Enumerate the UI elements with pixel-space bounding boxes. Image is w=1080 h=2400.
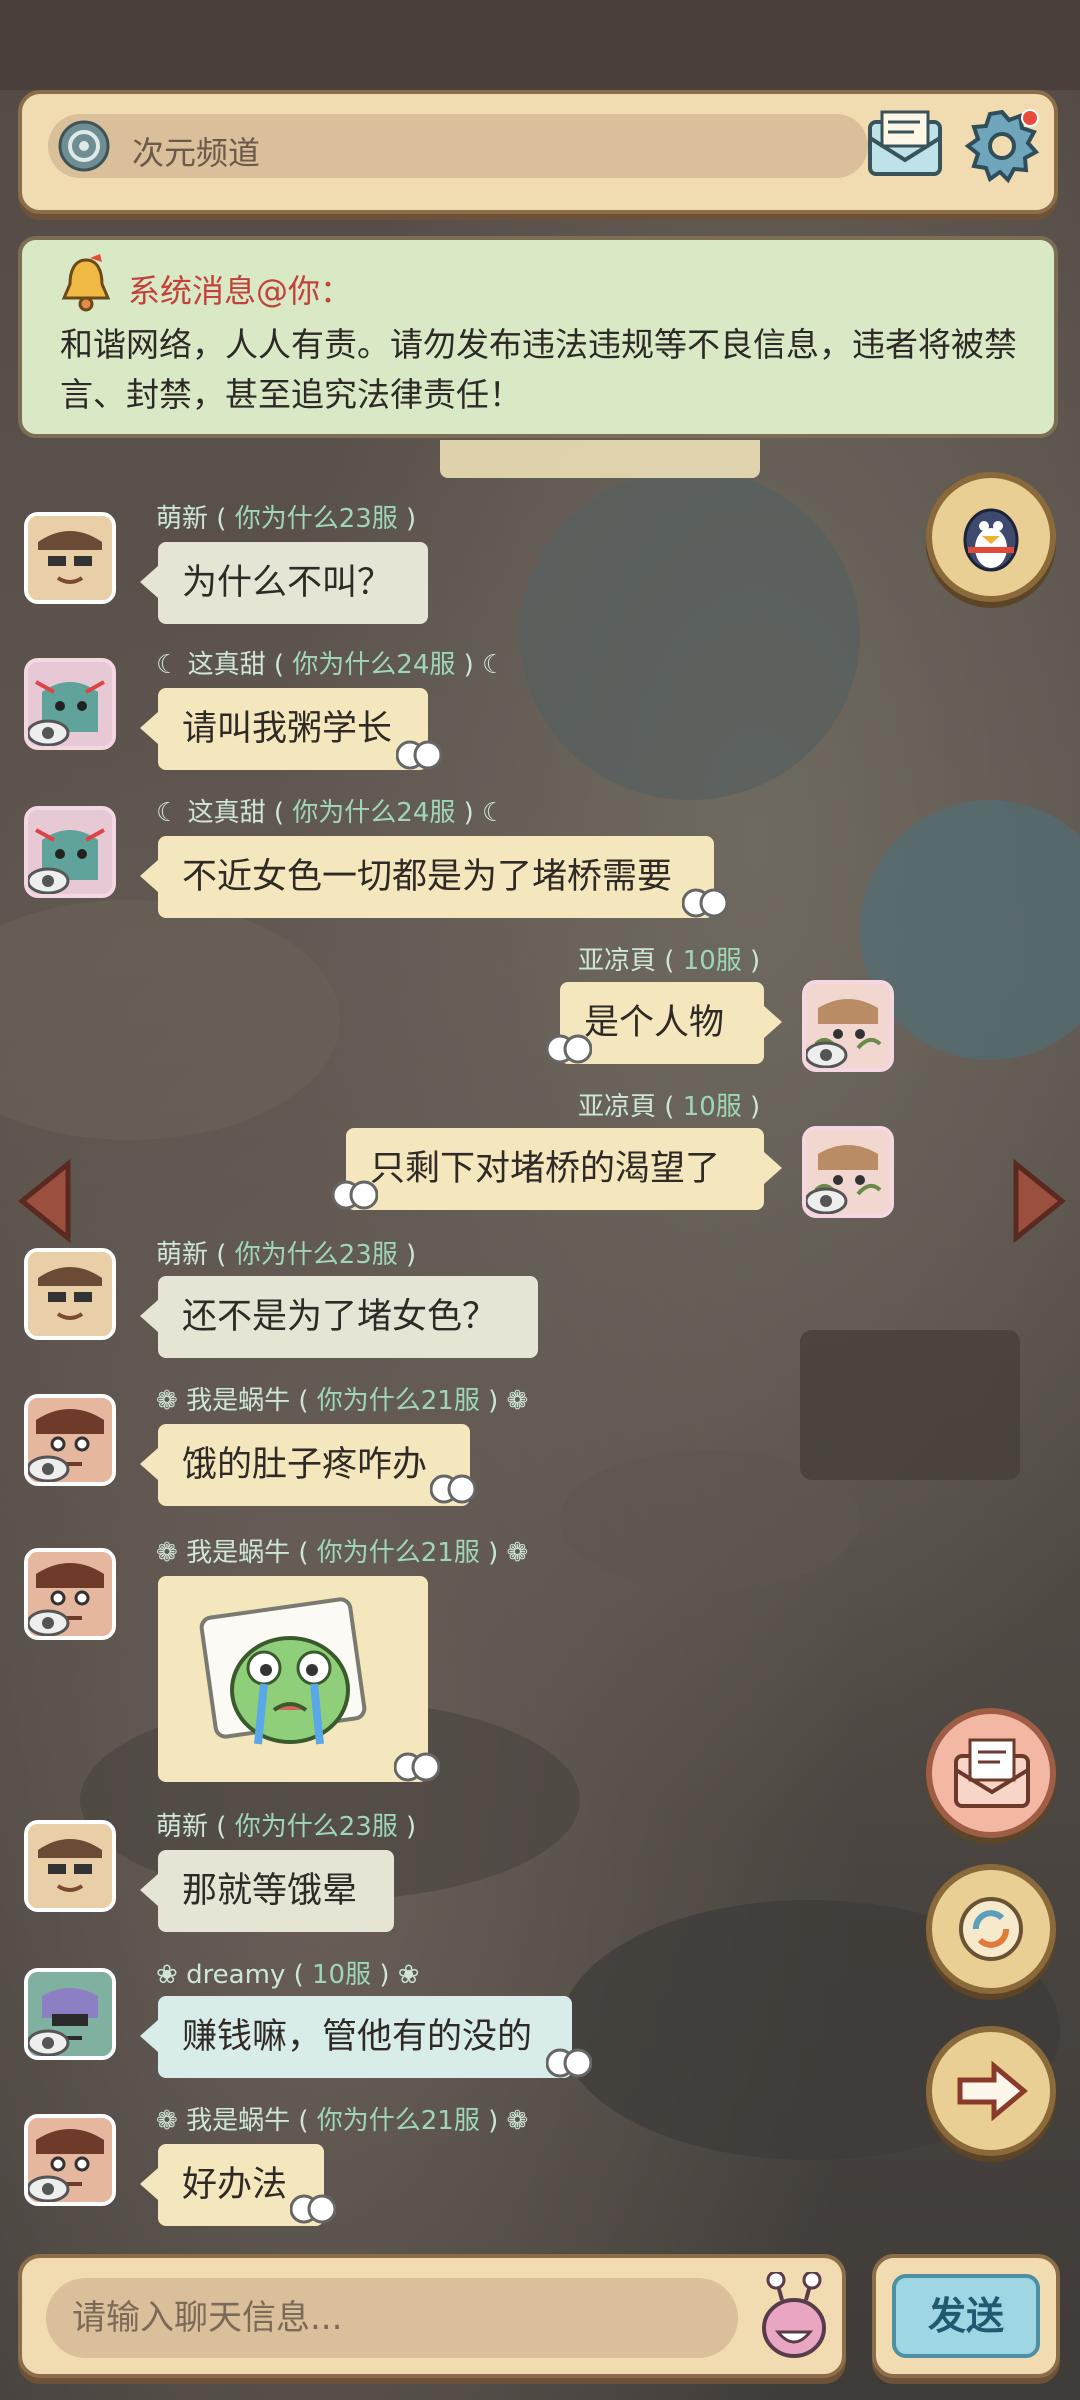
sender-name: 亚凉頁 ( 10服 ) bbox=[578, 946, 761, 976]
scroll-right-arrow-icon[interactable] bbox=[1010, 1156, 1070, 1246]
eye-icon bbox=[28, 867, 70, 894]
avatar[interactable] bbox=[24, 1394, 116, 1486]
speech-quote-icon bbox=[332, 1180, 378, 1210]
eye-icon bbox=[28, 719, 70, 746]
avatar[interactable] bbox=[802, 980, 894, 1072]
qq-share-button[interactable] bbox=[926, 472, 1056, 602]
eye-icon bbox=[806, 1187, 848, 1214]
qq-penguin-icon bbox=[963, 508, 1019, 572]
speech-quote-icon bbox=[394, 1752, 440, 1782]
emoji-snail-icon[interactable] bbox=[758, 2272, 830, 2364]
next-arrow-icon bbox=[957, 2060, 1028, 2122]
avatar[interactable] bbox=[24, 1820, 116, 1912]
avatar[interactable] bbox=[24, 2114, 116, 2206]
message-bubble[interactable]: 赚钱嘛，管他有的没的 bbox=[140, 1996, 572, 2078]
eye-icon bbox=[28, 2175, 70, 2202]
speech-quote-icon bbox=[546, 2048, 592, 2078]
avatar[interactable] bbox=[802, 1126, 894, 1218]
sender-name: 亚凉頁 ( 10服 ) bbox=[578, 1092, 761, 1122]
message-bubble[interactable]: 饿的肚子疼咋办 bbox=[140, 1424, 470, 1506]
switch-channel-button[interactable] bbox=[926, 1864, 1056, 1994]
eye-icon bbox=[28, 1609, 70, 1636]
sender-name: 萌新 ( 你为什么23服 ) bbox=[156, 1240, 417, 1270]
sticker-bubble[interactable] bbox=[158, 1576, 428, 1782]
crying-frog-sticker bbox=[199, 1597, 367, 1745]
scroll-left-arrow-icon[interactable] bbox=[14, 1156, 74, 1246]
message-bubble[interactable]: 只剩下对堵桥的渴望了 bbox=[346, 1128, 782, 1210]
message-bubble[interactable]: 还不是为了堵女色？ bbox=[140, 1276, 538, 1358]
speech-quote-icon bbox=[290, 2194, 336, 2224]
avatar[interactable] bbox=[24, 1248, 116, 1340]
sender-name: 萌新 ( 你为什么23服 ) bbox=[156, 1812, 417, 1842]
speech-quote-icon bbox=[546, 1034, 592, 1064]
chat-input[interactable] bbox=[46, 2278, 738, 2358]
speech-quote-icon bbox=[396, 740, 442, 770]
next-button[interactable] bbox=[926, 2026, 1056, 2156]
message-bubble[interactable]: 请叫我粥学长 bbox=[140, 688, 428, 770]
chat-message-list[interactable]: 萌新 ( 你为什么23服 ) 为什么不叫？ ☾ 这真甜 ( 你为什么24服 ) … bbox=[0, 0, 1080, 2400]
letter-icon bbox=[954, 1738, 1030, 1808]
eye-icon bbox=[806, 1041, 848, 1068]
eye-icon bbox=[28, 2029, 70, 2056]
speech-quote-icon bbox=[430, 1474, 476, 1504]
message-bubble[interactable]: 为什么不叫？ bbox=[140, 542, 428, 624]
sender-name: ☾ 这真甜 ( 你为什么24服 ) ☾ bbox=[156, 650, 506, 680]
clipped-message-bubble bbox=[440, 440, 760, 478]
message-bubble[interactable]: 那就等饿晕 bbox=[140, 1850, 394, 1932]
sender-name: 萌新 ( 你为什么23服 ) bbox=[156, 504, 417, 534]
sender-name: ❁ 我是蜗牛 ( 你为什么21服 ) ❁ bbox=[156, 1386, 529, 1416]
send-button-frame: 发送 bbox=[872, 2254, 1060, 2378]
chat-input-bar bbox=[18, 2254, 846, 2378]
message-bubble[interactable]: 不近女色一切都是为了堵桥需要 bbox=[140, 836, 714, 918]
sender-name: ❁ 我是蜗牛 ( 你为什么21服 ) ❁ bbox=[156, 2106, 529, 2136]
sender-name: ❀ dreamy ( 10服 ) ❀ bbox=[156, 1960, 420, 1990]
speech-quote-icon bbox=[682, 888, 728, 918]
letter-button[interactable] bbox=[926, 1708, 1056, 1838]
avatar[interactable] bbox=[24, 658, 116, 750]
eye-icon bbox=[28, 1455, 70, 1482]
sender-name: ❁ 我是蜗牛 ( 你为什么21服 ) ❁ bbox=[156, 1538, 529, 1568]
sender-name: ☾ 这真甜 ( 你为什么24服 ) ☾ bbox=[156, 798, 506, 828]
avatar[interactable] bbox=[24, 806, 116, 898]
avatar[interactable] bbox=[24, 512, 116, 604]
refresh-icon bbox=[959, 1897, 1023, 1961]
avatar[interactable] bbox=[24, 1548, 116, 1640]
send-button[interactable]: 发送 bbox=[892, 2274, 1040, 2358]
avatar[interactable] bbox=[24, 1968, 116, 2060]
